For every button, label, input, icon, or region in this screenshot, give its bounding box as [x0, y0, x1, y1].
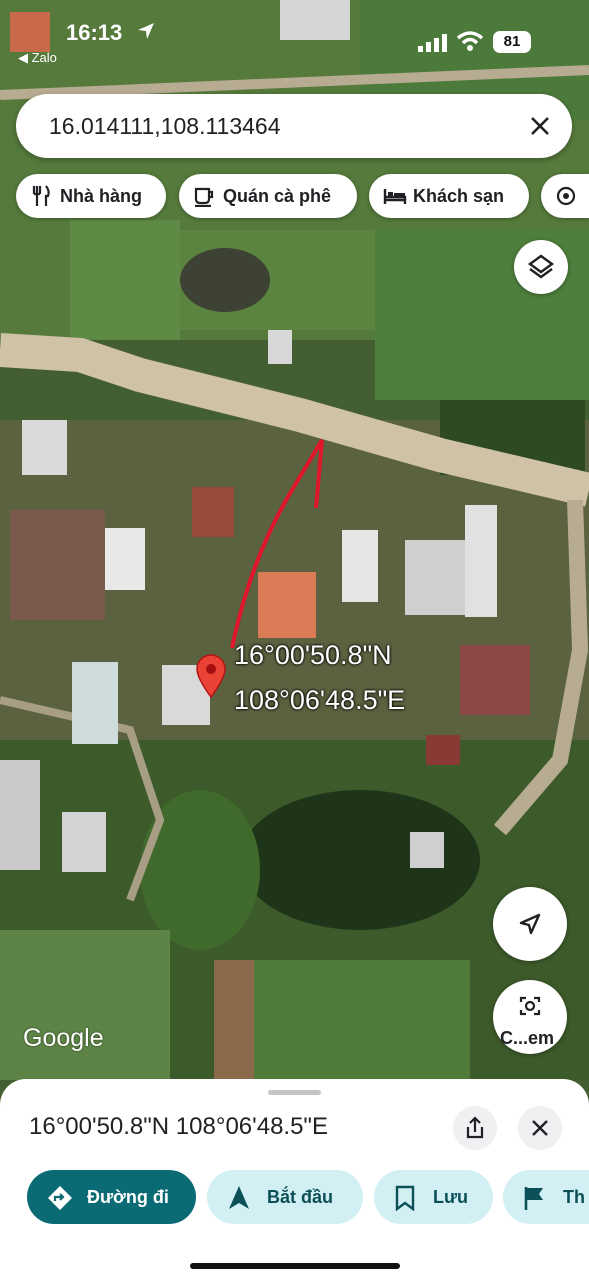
close-icon	[532, 1120, 548, 1136]
navigation-arrow-icon	[519, 913, 541, 935]
status-bar: 16:13 ◀ Zalo 81	[0, 0, 589, 70]
signal-icon	[418, 34, 447, 52]
bookmark-icon	[395, 1185, 415, 1211]
status-time: 16:13	[66, 20, 123, 45]
share-icon	[466, 1116, 484, 1139]
place-bottom-sheet[interactable]: 16°00'50.8"N 108°06'48.5"E Đường đi Bắt …	[0, 1079, 589, 1280]
share-button[interactable]	[453, 1106, 497, 1150]
close-icon[interactable]	[528, 114, 552, 138]
layers-icon	[527, 254, 555, 279]
wifi-icon	[456, 31, 484, 51]
search-bar[interactable]: 16.014111,108.113464	[16, 94, 572, 158]
flag-icon	[524, 1187, 543, 1210]
directions-button[interactable]: Đường đi	[27, 1170, 196, 1224]
flag-button[interactable]: Th	[503, 1170, 589, 1224]
sheet-title: 16°00'50.8"N 108°06'48.5"E	[29, 1113, 328, 1140]
close-sheet-button[interactable]	[518, 1106, 562, 1150]
navigation-arrow-icon	[229, 1186, 249, 1209]
camera-lens-icon	[519, 996, 541, 1016]
google-attribution: Google	[23, 1024, 104, 1052]
attraction-icon	[556, 186, 576, 206]
location-arrow-icon	[138, 23, 154, 39]
chip-hotels[interactable]: Khách sạn	[369, 174, 529, 218]
location-pin-icon[interactable]	[193, 652, 229, 698]
pin-latitude-label: 16°00'50.8"N	[234, 640, 392, 670]
search-input[interactable]: 16.014111,108.113464	[49, 113, 281, 140]
coffee-cup-icon	[194, 187, 214, 207]
start-button[interactable]: Bắt đầu	[207, 1170, 363, 1224]
back-to-app-link[interactable]: ◀ Zalo	[18, 50, 57, 66]
directions-icon	[48, 1186, 72, 1210]
chip-attractions[interactable]	[541, 174, 589, 218]
bed-icon	[383, 189, 407, 204]
pin-longitude-label: 108°06'48.5"E	[234, 685, 406, 715]
layers-button[interactable]	[514, 240, 568, 294]
lens-label: C...em	[500, 1028, 555, 1048]
my-location-button[interactable]	[493, 887, 567, 961]
home-indicator	[190, 1263, 400, 1269]
fork-knife-icon	[32, 185, 50, 206]
save-button[interactable]: Lưu	[374, 1170, 493, 1224]
drag-handle[interactable]	[268, 1090, 321, 1095]
chip-restaurants[interactable]: Nhà hàng	[16, 174, 166, 218]
chip-coffee-shops[interactable]: Quán cà phê	[179, 174, 357, 218]
battery-indicator: 81	[493, 31, 531, 53]
